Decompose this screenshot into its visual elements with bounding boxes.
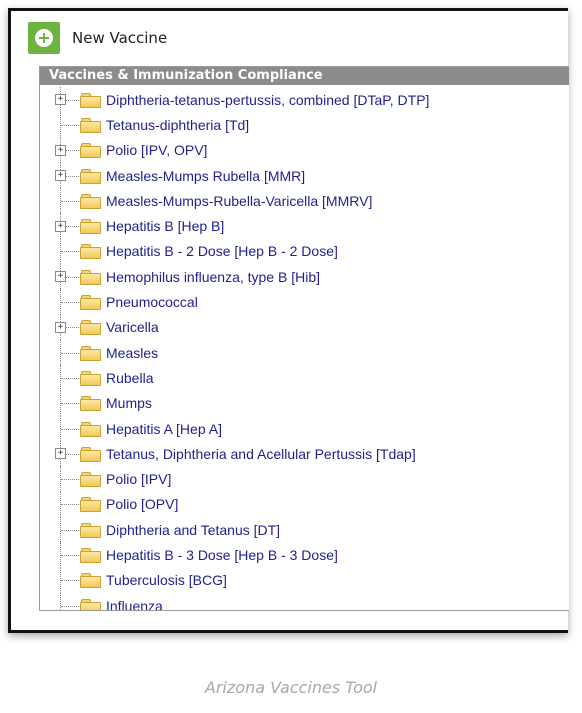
new-vaccine-button[interactable] — [28, 22, 60, 54]
tree-item[interactable]: Mumps — [40, 390, 569, 417]
tree-item-label[interactable]: Tetanus, Diphtheria and Acellular Pertus… — [106, 446, 416, 462]
tree-item[interactable]: Measles — [40, 339, 569, 366]
tree-item[interactable]: + Hepatitis B [Hep B] — [40, 213, 569, 240]
tree-item-label[interactable]: Rubella — [106, 370, 153, 386]
image-caption: Arizona Vaccines Tool — [204, 678, 378, 697]
tree-item[interactable]: Diphtheria and Tetanus [DT] — [40, 517, 569, 543]
folder-icon — [80, 472, 101, 488]
folder-icon — [80, 143, 101, 159]
tree-item[interactable]: Influenza — [40, 592, 569, 610]
folder-icon — [80, 345, 101, 361]
tree-item[interactable]: Hepatitis B - 3 Dose [Hep B - 3 Dose] — [40, 542, 569, 568]
tree-item[interactable]: + Diphtheria-tetanus-pertussis, combined … — [40, 87, 569, 113]
plus-circle-icon — [35, 29, 53, 47]
tree-item-label[interactable]: Diphtheria-tetanus-pertussis, combined [… — [106, 92, 429, 108]
folder-icon — [80, 522, 101, 538]
tree-item-label[interactable]: Measles-Mumps-Rubella-Varicella [MMRV] — [106, 193, 372, 209]
tree-item[interactable]: Polio [OPV] — [40, 491, 569, 518]
folder-icon — [80, 92, 101, 108]
tree-item[interactable]: Hepatitis A [Hep A] — [40, 415, 569, 442]
tree-item-label[interactable]: Hemophilus influenza, type B [Hib] — [106, 269, 320, 285]
folder-icon — [80, 396, 101, 412]
tree-item-label[interactable]: Mumps — [106, 395, 152, 411]
folder-icon — [80, 421, 101, 437]
tree-item[interactable]: Tuberculosis [BCG] — [40, 567, 569, 594]
expand-plus-icon[interactable]: + — [55, 170, 66, 182]
panel-title: Vaccines & Immunization Compliance — [40, 67, 569, 85]
folder-icon — [80, 219, 101, 235]
expand-plus-icon[interactable]: + — [55, 144, 66, 156]
expand-plus-icon[interactable]: + — [55, 448, 66, 460]
folder-icon — [80, 269, 101, 285]
folder-icon — [80, 168, 101, 184]
tree-item-label[interactable]: Polio [IPV] — [106, 471, 171, 487]
tree-item-label[interactable]: Polio [IPV, OPV] — [106, 142, 207, 158]
folder-icon — [80, 547, 101, 563]
tree-item[interactable]: + Hemophilus influenza, type B [Hib] — [40, 264, 569, 290]
expand-plus-icon[interactable]: + — [55, 220, 66, 232]
tree-item[interactable]: + Varicella — [40, 314, 569, 341]
tree-item[interactable]: Tetanus-diphtheria [Td] — [40, 112, 569, 138]
folder-icon — [80, 244, 101, 260]
folder-icon — [80, 598, 101, 610]
tree-item-label[interactable]: Pneumococcal — [106, 294, 198, 310]
tree-item[interactable]: + Polio [IPV, OPV] — [40, 137, 569, 164]
folder-icon — [80, 497, 101, 513]
vaccine-tree: + Diphtheria-tetanus-pertussis, combined … — [40, 85, 569, 610]
tree-item-label[interactable]: Tetanus-diphtheria [Td] — [106, 117, 249, 133]
folder-icon — [80, 446, 101, 462]
tree-item-label[interactable]: Measles-Mumps Rubella [MMR] — [106, 168, 305, 184]
tree-item[interactable]: + Tetanus, Diphtheria and Acellular Pertu… — [40, 441, 569, 467]
tree-item-label[interactable]: Hepatitis B - 3 Dose [Hep B - 3 Dose] — [106, 547, 338, 563]
expand-plus-icon[interactable]: + — [55, 321, 66, 333]
tree-item[interactable]: Measles-Mumps-Rubella-Varicella [MMRV] — [40, 188, 569, 214]
expand-plus-icon[interactable]: + — [55, 271, 66, 283]
tree-item-label[interactable]: Measles — [106, 345, 158, 361]
tree-item-label[interactable]: Influenza — [106, 598, 163, 610]
tree-item-label[interactable]: Hepatitis B [Hep B] — [106, 218, 224, 234]
tree-item-label[interactable]: Hepatitis B - 2 Dose [Hep B - 2 Dose] — [106, 243, 338, 259]
tree-item-label[interactable]: Varicella — [106, 319, 159, 335]
folder-icon — [80, 295, 101, 311]
tree-item[interactable]: Polio [IPV] — [40, 466, 569, 493]
vaccines-panel: Vaccines & Immunization Compliance + Diph… — [39, 66, 569, 611]
expand-plus-icon[interactable]: + — [55, 94, 66, 106]
folder-icon — [80, 117, 101, 133]
folder-icon — [80, 370, 101, 386]
tree-item-label[interactable]: Polio [OPV] — [106, 496, 178, 512]
tree-item-label[interactable]: Tuberculosis [BCG] — [106, 572, 227, 588]
folder-icon — [80, 573, 101, 589]
tree-item-label[interactable]: Diphtheria and Tetanus [DT] — [106, 522, 280, 538]
tree-item[interactable]: + Measles-Mumps Rubella [MMR] — [40, 162, 569, 189]
tree-item-label[interactable]: Hepatitis A [Hep A] — [106, 421, 222, 437]
tree-item[interactable]: Pneumococcal — [40, 289, 569, 315]
tree-item[interactable]: Rubella — [40, 365, 569, 391]
tree-item[interactable]: Hepatitis B - 2 Dose [Hep B - 2 Dose] — [40, 238, 569, 265]
folder-icon — [80, 320, 101, 336]
new-vaccine-label[interactable]: New Vaccine — [72, 29, 167, 47]
toolbar: New Vaccine — [28, 22, 167, 54]
folder-icon — [80, 193, 101, 209]
